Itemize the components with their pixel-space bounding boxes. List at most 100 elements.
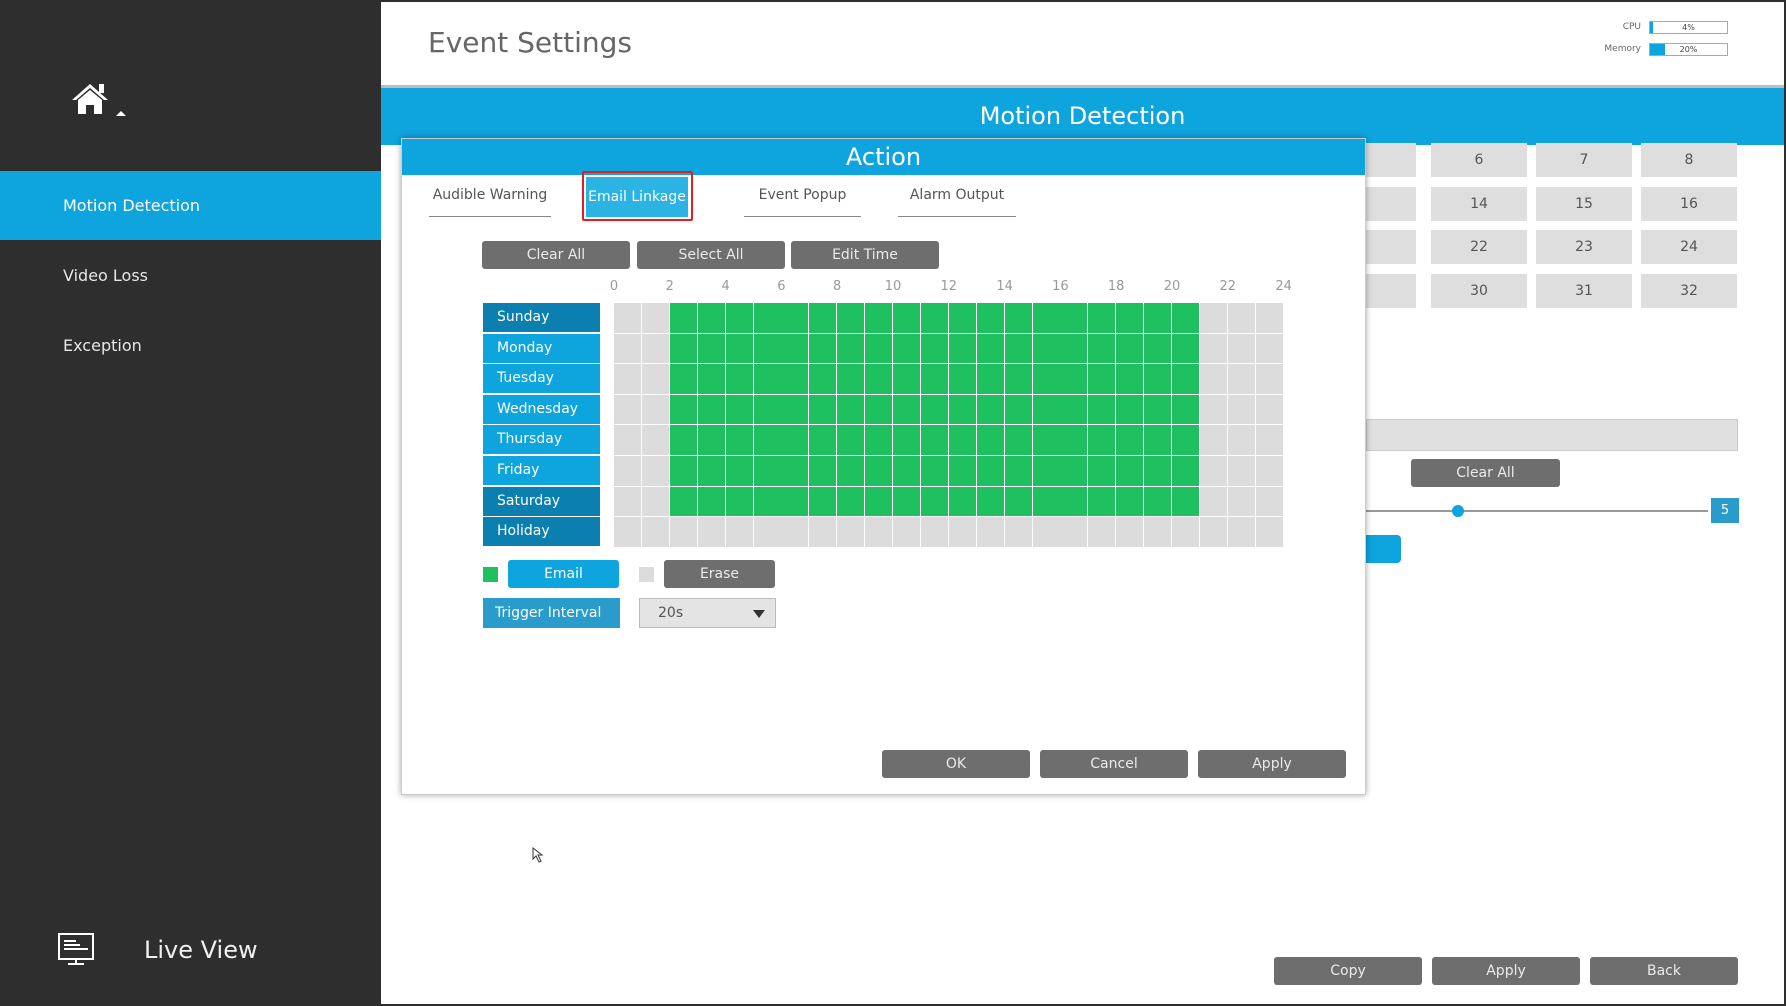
schedule-cell[interactable] <box>641 517 669 547</box>
schedule-cell[interactable] <box>781 394 809 425</box>
schedule-cell[interactable] <box>669 394 697 425</box>
schedule-cell[interactable] <box>1144 425 1172 455</box>
channel-cell[interactable]: 14 <box>1431 187 1527 221</box>
channel-cell[interactable]: 31 <box>1536 274 1632 308</box>
schedule-cell[interactable] <box>1199 456 1227 486</box>
home-icon[interactable] <box>68 80 132 120</box>
schedule-cell[interactable] <box>976 364 1004 394</box>
sensitivity-slider-thumb[interactable] <box>1452 505 1464 517</box>
schedule-cell[interactable] <box>920 517 948 547</box>
schedule-cell[interactable] <box>809 364 837 394</box>
schedule-cell[interactable] <box>641 364 669 394</box>
schedule-cell[interactable] <box>1004 456 1032 486</box>
schedule-cell[interactable] <box>1172 303 1199 333</box>
day-label-tuesday[interactable]: Tuesday <box>483 364 600 394</box>
schedule-cell[interactable] <box>1255 456 1283 486</box>
schedule-cell[interactable] <box>1172 486 1199 517</box>
schedule-cell[interactable] <box>753 517 781 547</box>
schedule-cell[interactable] <box>893 425 920 455</box>
schedule-cell[interactable] <box>753 425 781 455</box>
schedule-cell[interactable] <box>837 456 865 486</box>
schedule-cell[interactable] <box>697 456 725 486</box>
schedule-cell[interactable] <box>697 425 725 455</box>
erase-button[interactable]: Erase <box>664 560 775 588</box>
schedule-cell[interactable] <box>1116 303 1144 333</box>
schedule-cell[interactable] <box>893 517 920 547</box>
schedule-cell[interactable] <box>976 425 1004 455</box>
schedule-cell[interactable] <box>614 517 641 547</box>
schedule-cell[interactable] <box>837 425 865 455</box>
schedule-cell[interactable] <box>669 486 697 517</box>
edit-time-button[interactable]: Edit Time <box>791 241 939 269</box>
schedule-cell[interactable] <box>753 486 781 517</box>
schedule-cell[interactable] <box>641 486 669 517</box>
schedule-cell[interactable] <box>1004 333 1032 364</box>
schedule-cell[interactable] <box>697 517 725 547</box>
schedule-cell[interactable] <box>976 517 1004 547</box>
schedule-cell[interactable] <box>1088 456 1116 486</box>
schedule-cell[interactable] <box>809 456 837 486</box>
schedule-cell[interactable] <box>1144 394 1172 425</box>
bg-clear-all-button[interactable]: Clear All <box>1411 459 1560 487</box>
schedule-cell[interactable] <box>976 486 1004 517</box>
schedule-cell[interactable] <box>1144 456 1172 486</box>
schedule-cell[interactable] <box>865 517 893 547</box>
select-all-button[interactable]: Select All <box>637 241 785 269</box>
day-label-wednesday[interactable]: Wednesday <box>483 394 600 424</box>
schedule-cell[interactable] <box>1032 303 1060 333</box>
schedule-cell[interactable] <box>1227 486 1255 517</box>
live-view-button[interactable]: Live View <box>58 930 258 970</box>
channel-cell[interactable]: 7 <box>1536 143 1632 177</box>
schedule-cell[interactable] <box>614 394 641 425</box>
schedule-cell[interactable] <box>893 364 920 394</box>
schedule-cell[interactable] <box>1255 425 1283 455</box>
schedule-cell[interactable] <box>948 425 976 455</box>
schedule-cell[interactable] <box>837 517 865 547</box>
schedule-cell[interactable] <box>781 425 809 455</box>
schedule-cell[interactable] <box>1255 364 1283 394</box>
day-label-sunday[interactable]: Sunday <box>483 303 600 332</box>
schedule-cell[interactable] <box>1032 364 1060 394</box>
schedule-cell[interactable] <box>1199 303 1227 333</box>
schedule-cell[interactable] <box>1144 364 1172 394</box>
schedule-cell[interactable] <box>1172 364 1199 394</box>
schedule-cell[interactable] <box>781 517 809 547</box>
schedule-cell[interactable] <box>697 364 725 394</box>
schedule-cell[interactable] <box>948 333 976 364</box>
schedule-cell[interactable] <box>1032 425 1060 455</box>
schedule-cell[interactable] <box>1255 517 1283 547</box>
channel-cell[interactable]: 6 <box>1431 143 1527 177</box>
schedule-cell[interactable] <box>1116 425 1144 455</box>
schedule-cell[interactable] <box>837 394 865 425</box>
schedule-cell[interactable] <box>1199 333 1227 364</box>
tab-email-linkage[interactable]: Email Linkage <box>586 177 688 217</box>
tab-audible-warning[interactable]: Audible Warning <box>429 175 551 217</box>
schedule-cell[interactable] <box>1032 486 1060 517</box>
schedule-cell[interactable] <box>865 425 893 455</box>
schedule-cell[interactable] <box>948 486 976 517</box>
schedule-cell[interactable] <box>865 456 893 486</box>
day-label-friday[interactable]: Friday <box>483 456 600 485</box>
schedule-cell[interactable] <box>1116 456 1144 486</box>
schedule-cell[interactable] <box>837 364 865 394</box>
schedule-cell[interactable] <box>1255 394 1283 425</box>
schedule-cell[interactable] <box>669 425 697 455</box>
schedule-cell[interactable] <box>725 425 753 455</box>
schedule-cell[interactable] <box>1032 456 1060 486</box>
schedule-cell[interactable] <box>1032 333 1060 364</box>
schedule-cell[interactable] <box>614 425 641 455</box>
schedule-cell[interactable] <box>1255 333 1283 364</box>
schedule-cell[interactable] <box>1116 333 1144 364</box>
tab-alarm-output[interactable]: Alarm Output <box>898 175 1016 217</box>
channel-cell[interactable]: 8 <box>1641 143 1737 177</box>
clear-all-button[interactable]: Clear All <box>482 241 630 269</box>
schedule-cell[interactable] <box>1060 364 1088 394</box>
schedule-cell[interactable] <box>1199 486 1227 517</box>
channel-cell[interactable]: 32 <box>1641 274 1737 308</box>
schedule-cell[interactable] <box>948 456 976 486</box>
schedule-cell[interactable] <box>1088 425 1116 455</box>
sidebar-item-motion-detection[interactable]: Motion Detection <box>0 171 381 240</box>
sensitivity-value[interactable]: 5 <box>1711 498 1739 523</box>
schedule-cell[interactable] <box>781 456 809 486</box>
ok-button[interactable]: OK <box>882 750 1030 778</box>
